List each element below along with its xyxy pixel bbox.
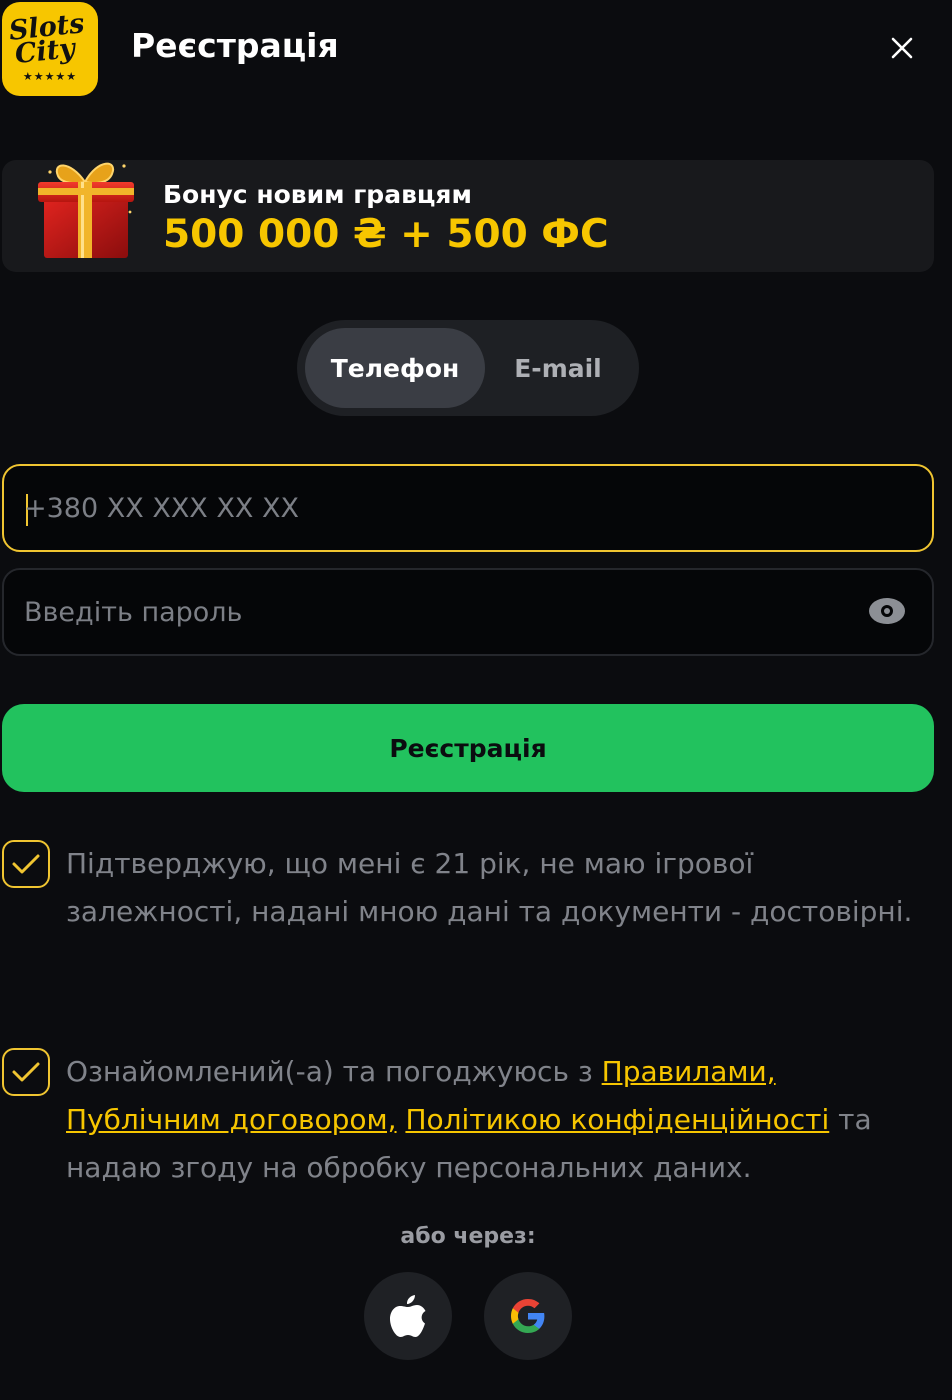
- tab-email[interactable]: E-mail: [487, 328, 629, 408]
- close-button[interactable]: [886, 32, 918, 64]
- social-login-label: або через:: [400, 1224, 536, 1249]
- apple-login-button[interactable]: [364, 1272, 452, 1360]
- terms-consent-text: Ознайомлений(-а) та погоджуюсь з Правила…: [66, 1048, 936, 1192]
- public-contract-link[interactable]: Публічним договором,: [66, 1103, 397, 1136]
- terms-consent-checkbox[interactable]: [2, 1048, 50, 1096]
- password-input[interactable]: [24, 570, 844, 654]
- age-consent-text: Підтверджую, що мені є 21 рік, не маю іг…: [66, 847, 913, 928]
- eye-icon: [869, 598, 905, 624]
- registration-method-tabs: Телефон E-mail: [297, 320, 639, 416]
- checkmark-icon: [12, 1062, 40, 1082]
- close-icon: [891, 37, 913, 59]
- logo-text-city: City: [13, 32, 77, 70]
- phone-field: [2, 464, 934, 552]
- checkmark-icon: [12, 854, 40, 874]
- bonus-label: Бонус новим гравцям: [163, 180, 472, 209]
- logo-stars: ★★★★★: [22, 69, 78, 83]
- phone-input[interactable]: [24, 466, 844, 550]
- bonus-banner: Бонус новим гравцям 500 000 ₴ + 500 ФС: [2, 160, 934, 272]
- google-icon: [511, 1299, 545, 1333]
- register-button[interactable]: Реєстрація: [2, 704, 934, 792]
- registration-page: Slots City ★★★★★ Реєстрація Бонус новим …: [0, 0, 952, 1400]
- gift-icon: [38, 162, 134, 258]
- google-login-button[interactable]: [484, 1272, 572, 1360]
- page-title: Реєстрація: [131, 26, 339, 65]
- rules-link[interactable]: Правилами,: [602, 1055, 776, 1088]
- password-field: [2, 568, 934, 656]
- apple-icon: [390, 1295, 426, 1337]
- slots-city-logo[interactable]: Slots City ★★★★★: [2, 2, 98, 96]
- tab-phone[interactable]: Телефон: [305, 328, 485, 408]
- bonus-amount: 500 000 ₴ + 500 ФС: [163, 212, 609, 257]
- show-password-button[interactable]: [868, 596, 906, 626]
- terms-prefix: Ознайомлений(-а) та погоджуюсь з: [66, 1055, 602, 1088]
- privacy-policy-link[interactable]: Політикою конфіденційності: [405, 1103, 829, 1136]
- age-consent-checkbox[interactable]: [2, 840, 50, 888]
